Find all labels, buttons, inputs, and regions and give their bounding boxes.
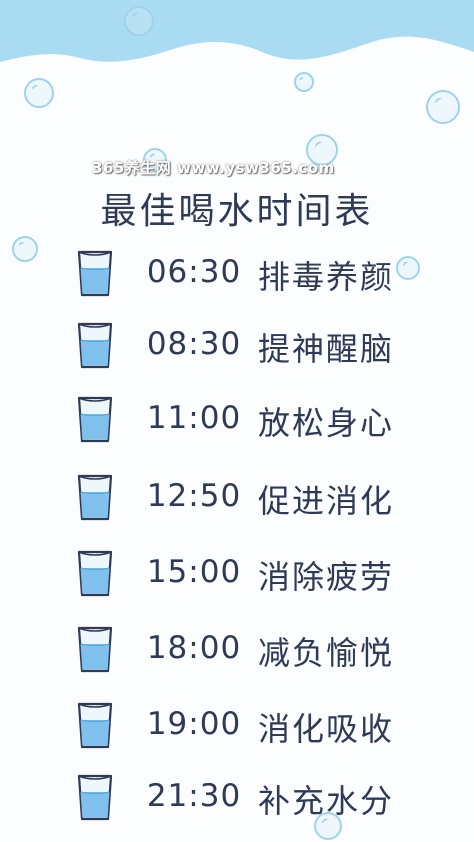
schedule-label: 消化吸收 (258, 710, 395, 748)
water-glass-icon (77, 250, 113, 297)
schedule-time: 06:30 (146, 254, 242, 290)
schedule-time: 12:50 (146, 478, 242, 514)
bubble-decoration (294, 72, 314, 92)
bubble-decoration (24, 78, 54, 108)
water-glass-icon (77, 474, 113, 521)
schedule-row: 15:00 消除疲劳 (0, 548, 474, 618)
schedule-label: 放松身心 (258, 404, 395, 442)
schedule-label: 减负愉悦 (258, 634, 395, 672)
schedule-row: 21:30 补充水分 (0, 772, 474, 842)
bubble-decoration (426, 90, 460, 124)
schedule-time: 19:00 (146, 706, 242, 742)
schedule-row: 19:00 消化吸收 (0, 700, 474, 770)
schedule-label: 促进消化 (258, 482, 395, 520)
schedule-label: 消除疲劳 (258, 558, 395, 596)
water-glass-icon (77, 322, 113, 369)
page-title: 最佳喝水时间表 (100, 191, 374, 232)
schedule-time: 18:00 (146, 630, 242, 666)
schedule-row: 11:00 放松身心 (0, 394, 474, 464)
water-glass-icon (77, 626, 113, 673)
schedule-time: 08:30 (146, 326, 242, 362)
watermark-text: 365养生网 www.ysw365.com (92, 159, 335, 177)
schedule-label: 提神醒脑 (258, 330, 395, 368)
bubble-decoration (124, 6, 154, 36)
schedule-time: 21:30 (146, 778, 242, 814)
schedule-label: 补充水分 (258, 782, 395, 820)
schedule-row: 18:00 减负愉悦 (0, 624, 474, 694)
water-glass-icon (77, 774, 113, 821)
schedule-row: 08:30 提神醒脑 (0, 320, 474, 390)
schedule-row: 06:30 排毒养颜 (0, 248, 474, 318)
schedule-time: 11:00 (146, 400, 242, 436)
schedule-row: 12:50 促进消化 (0, 472, 474, 542)
schedule-time: 15:00 (146, 554, 242, 590)
schedule-label: 排毒养颜 (258, 258, 395, 296)
water-glass-icon (77, 396, 113, 443)
water-glass-icon (77, 550, 113, 597)
water-glass-icon (77, 702, 113, 749)
wave-header (0, 0, 474, 62)
